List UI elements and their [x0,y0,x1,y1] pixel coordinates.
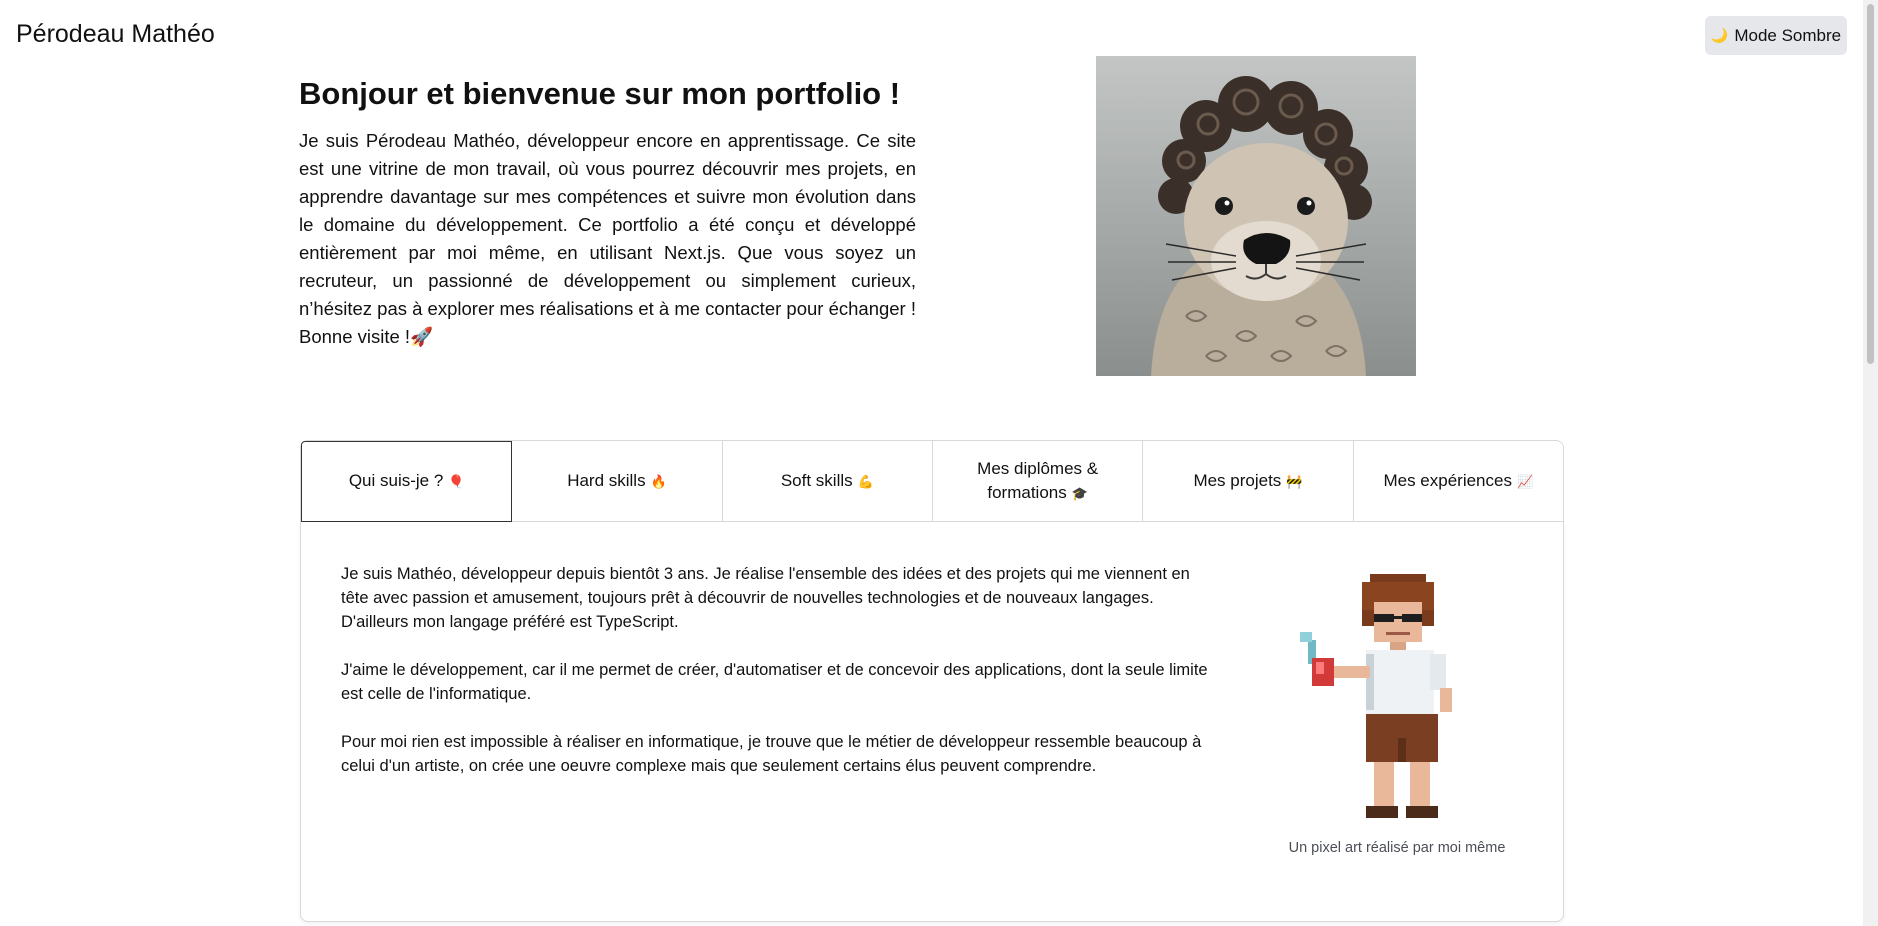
hero-title: Bonjour et bienvenue sur mon portfolio ! [299,76,901,111]
balloon-icon: 🎈 [448,474,465,489]
tab-label: Soft skills 💪 [780,470,874,490]
tab-qui-suis-je[interactable]: Qui suis-je ? 🎈 [301,441,513,522]
rocket-icon: 🚀 [410,326,434,347]
about-paragraph: Pour moi rien est impossible à réaliser … [341,733,1202,775]
about-paragraph: Je suis Mathéo, développeur depuis bient… [341,565,1190,631]
muscle-icon: 💪 [857,473,874,489]
tab-label: Mes projets 🚧 [1193,470,1303,490]
moon-icon: 🌙 [1710,27,1729,43]
tab-bar: Qui suis-je ? 🎈 Hard skills 🔥 Soft skills 💪… [300,440,1564,522]
tab-label: Hard skills 🔥 [567,470,667,490]
pixel-art-caption: Un pixel art réalisé par moi même [1288,840,1506,856]
tab-mes-projets[interactable]: Mes projets 🚧 [1143,441,1354,522]
portrait-image [1096,56,1416,376]
dark-mode-button[interactable]: 🌙 Mode Sombre [1705,16,1847,55]
dark-mode-label: Mode Sombre [1734,25,1842,45]
page-scrollbar[interactable] [1863,0,1878,926]
hero-intro-body: Je suis Pérodeau Mathéo, développeur enc… [299,130,916,347]
tab-label: Mes diplômes & formations 🎓 [977,458,1099,502]
tab-mes-experiences[interactable]: Mes expériences 📈 [1353,441,1563,522]
graduation-cap-icon: 🎓 [1071,485,1088,501]
hero-intro-text: Je suis Pérodeau Mathéo, développeur enc… [299,127,916,351]
chart-increasing-icon: 📈 [1516,473,1534,489]
scrollbar-thumb[interactable] [1867,4,1874,364]
curly-otter-portrait-icon [1096,56,1416,376]
construction-icon: 🚧 [1286,473,1303,489]
site-name: Pérodeau Mathéo [16,20,215,48]
pixel-art-character-icon [1300,574,1452,818]
about-text: Je suis Mathéo, développeur depuis bient… [341,562,1217,802]
tab-label: Qui suis-je ? 🎈 [348,471,465,490]
tab-diplomes-formations[interactable]: Mes diplômes & formations 🎓 [932,441,1144,522]
pixel-art-image [1290,570,1502,826]
about-paragraph: J'aime le développement, car il me perme… [341,661,1208,703]
tab-label: Mes expériences 📈 [1383,470,1534,490]
tab-soft-skills[interactable]: Soft skills 💪 [722,441,933,522]
tab-hard-skills[interactable]: Hard skills 🔥 [512,441,723,522]
fire-icon: 🔥 [650,473,667,489]
